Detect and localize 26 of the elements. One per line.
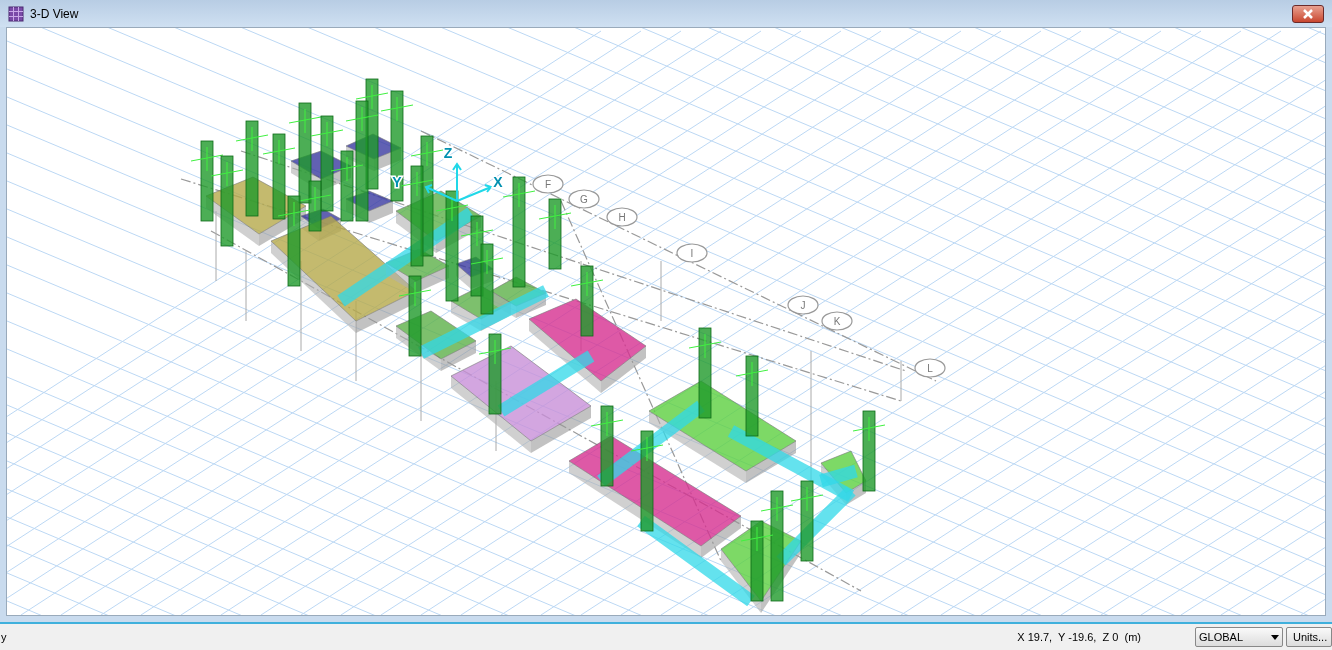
support-line: [660, 260, 662, 322]
grid-bubble: I: [676, 243, 708, 263]
support-line: [245, 250, 247, 322]
axis-label: Y: [392, 174, 402, 190]
grid-bubble: J: [787, 295, 819, 315]
status-message: y: [1, 629, 7, 645]
grid-bubble: K: [821, 311, 853, 331]
grid-bubble: G: [568, 189, 600, 209]
axis-label: Z: [443, 145, 453, 161]
support-line: [900, 360, 902, 402]
axis-label: X: [493, 174, 503, 190]
grid-app-icon: [8, 5, 24, 22]
units-button[interactable]: Units...: [1286, 627, 1332, 647]
coordinate-system-dropdown[interactable]: GLOBAL: [1195, 627, 1283, 647]
dropdown-arrow-icon: [1271, 634, 1279, 640]
axis-triad-drawing: [424, 162, 493, 202]
close-button[interactable]: [1292, 4, 1324, 23]
window-title: 3-D View: [30, 5, 79, 23]
column: [570, 265, 604, 337]
grid-bubble: F: [532, 174, 564, 194]
grid-bubble: H: [606, 207, 638, 227]
grid-bubble: L: [914, 358, 946, 378]
column: [538, 198, 572, 270]
cursor-coordinates: X 19.7, Y -19.6, Z 0 (m): [1017, 629, 1141, 645]
close-icon: [1303, 8, 1313, 19]
support-line: [215, 210, 217, 282]
